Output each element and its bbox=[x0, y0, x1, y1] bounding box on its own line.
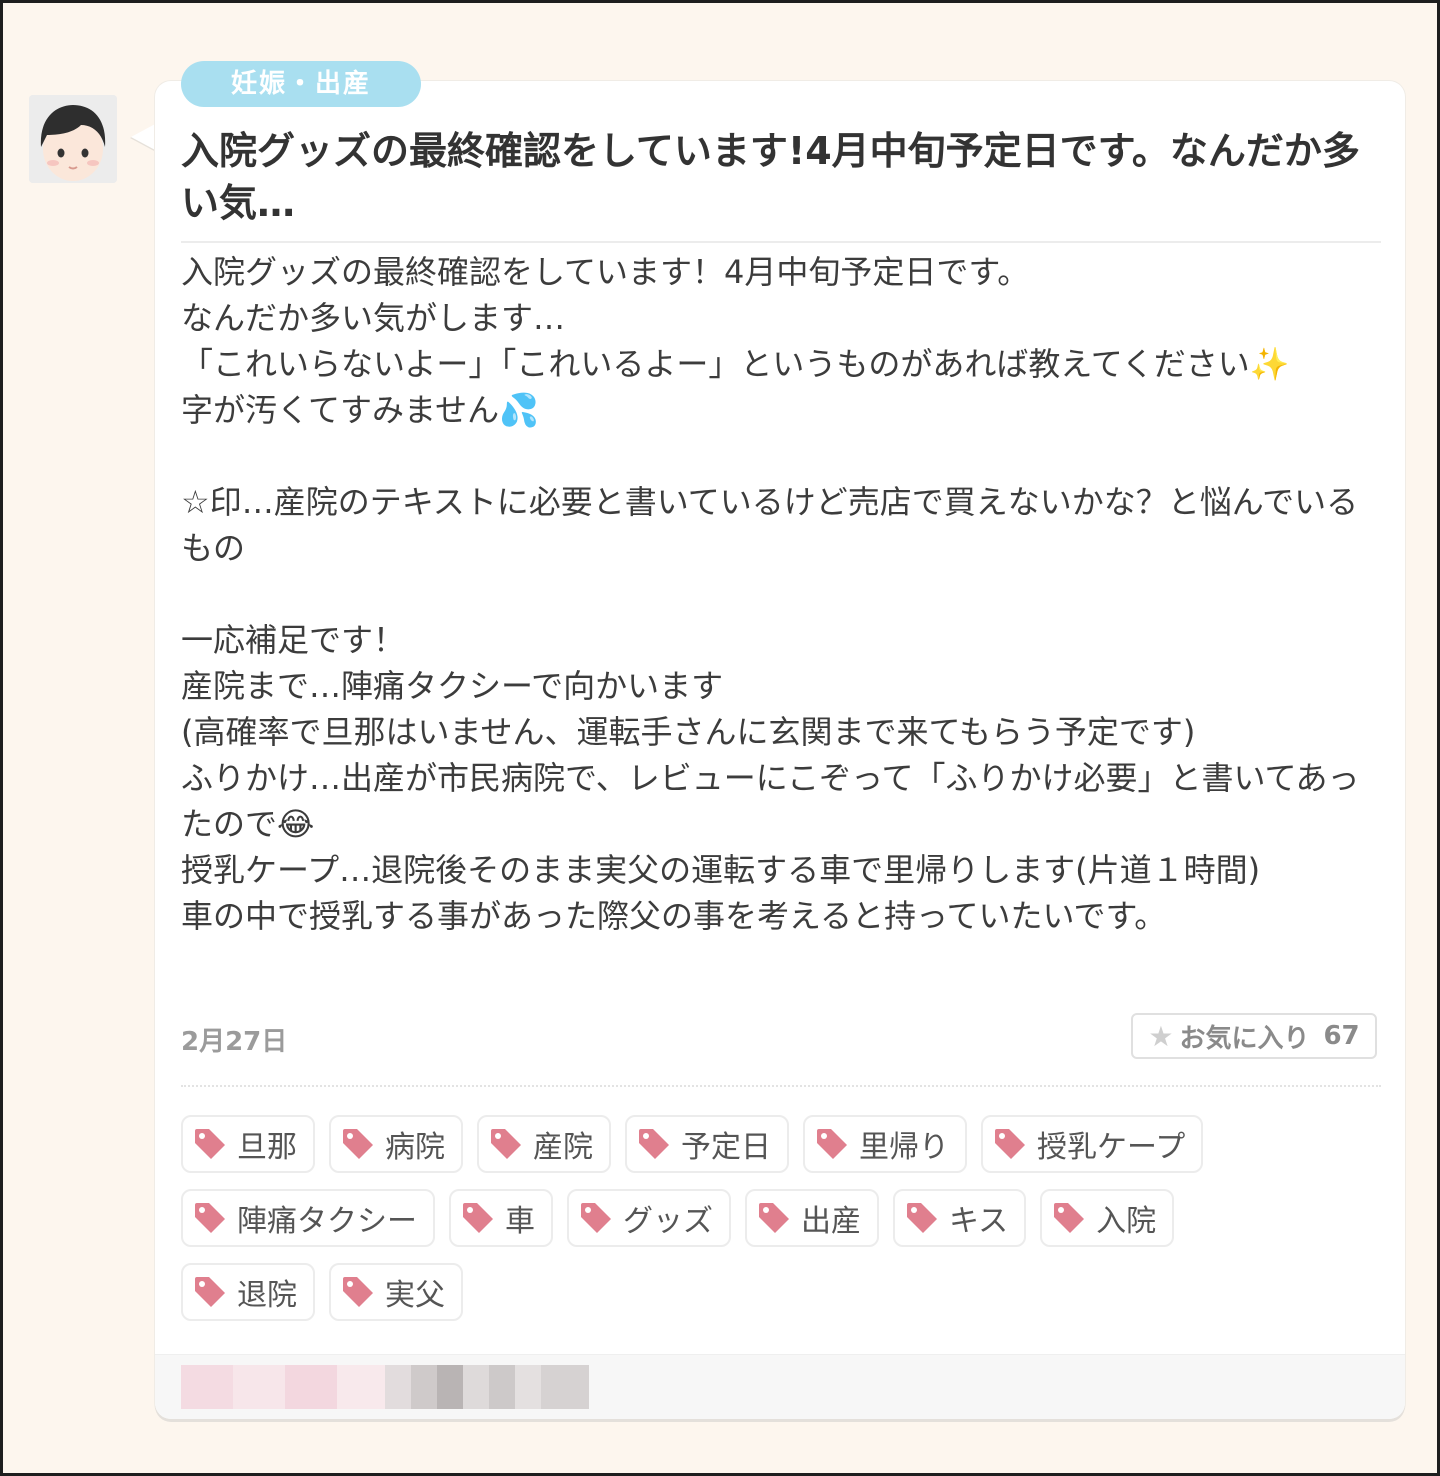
tag-icon bbox=[907, 1203, 937, 1233]
tag-icon bbox=[195, 1129, 225, 1159]
avatar-face-icon bbox=[29, 95, 117, 183]
tag-chip[interactable]: 旦那 bbox=[181, 1115, 315, 1173]
tag-icon bbox=[639, 1129, 669, 1159]
tag-chip[interactable]: 陣痛タクシー bbox=[181, 1189, 435, 1247]
tag-label: 予定日 bbox=[681, 1130, 771, 1165]
favorite-count: 67 bbox=[1323, 1021, 1360, 1051]
tag-label: 授乳ケープ bbox=[1037, 1130, 1186, 1165]
tag-icon bbox=[995, 1129, 1025, 1159]
post-date: 2月27日 bbox=[181, 1027, 288, 1057]
tag-label: 旦那 bbox=[237, 1130, 297, 1165]
tag-label: 退院 bbox=[237, 1278, 297, 1313]
speech-bubble-tail bbox=[131, 123, 157, 151]
tag-chip[interactable]: 里帰り bbox=[803, 1115, 967, 1173]
tag-list: 旦那 病院 産院 予定日 里帰り 授乳ケープ 陣痛タクシー 車 グッズ 出産 キ… bbox=[181, 1115, 1321, 1321]
tag-icon bbox=[759, 1203, 789, 1233]
star-icon: ★ bbox=[1148, 1019, 1174, 1053]
tag-chip[interactable]: 産院 bbox=[477, 1115, 611, 1173]
tag-chip[interactable]: 退院 bbox=[181, 1263, 315, 1321]
tag-chip[interactable]: 入院 bbox=[1040, 1189, 1175, 1247]
card-footer bbox=[155, 1354, 1405, 1419]
tag-label: 里帰り bbox=[859, 1130, 949, 1165]
tag-label: 車 bbox=[505, 1204, 535, 1239]
tag-chip[interactable]: 車 bbox=[449, 1189, 553, 1247]
tag-label: キス bbox=[949, 1204, 1009, 1239]
tag-chip[interactable]: グッズ bbox=[567, 1189, 731, 1247]
tag-chip[interactable]: 授乳ケープ bbox=[981, 1115, 1204, 1173]
tag-icon bbox=[195, 1203, 225, 1233]
tag-chip[interactable]: 実父 bbox=[329, 1263, 463, 1321]
tag-icon bbox=[343, 1277, 373, 1307]
post-card: 入院グッズの最終確認をしています!4月中旬予定日です。なんだか多い気… 入院グッ… bbox=[155, 81, 1405, 1419]
tag-icon bbox=[1054, 1203, 1085, 1233]
tag-icon bbox=[581, 1203, 611, 1233]
user-avatar[interactable] bbox=[29, 95, 117, 183]
tag-icon bbox=[817, 1129, 847, 1159]
tag-label: 病院 bbox=[385, 1130, 445, 1165]
post-title: 入院グッズの最終確認をしています!4月中旬予定日です。なんだか多い気… bbox=[181, 129, 1360, 225]
tag-icon bbox=[491, 1129, 521, 1159]
tag-chip[interactable]: キス bbox=[893, 1189, 1027, 1247]
tag-icon bbox=[463, 1203, 493, 1233]
tag-label: 産院 bbox=[533, 1130, 593, 1165]
tag-icon bbox=[343, 1129, 373, 1159]
tag-chip[interactable]: 病院 bbox=[329, 1115, 463, 1173]
favorite-button[interactable]: ★ お気に入り 67 bbox=[1131, 1013, 1377, 1059]
tag-label: 陣痛タクシー bbox=[237, 1204, 417, 1239]
tag-label: 出産 bbox=[801, 1204, 861, 1239]
category-badge[interactable]: 妊娠・出産 bbox=[181, 61, 422, 107]
dotted-divider bbox=[181, 1085, 1381, 1087]
tag-label: グッズ bbox=[623, 1204, 713, 1239]
tag-chip[interactable]: 予定日 bbox=[625, 1115, 789, 1173]
title-divider bbox=[181, 241, 1381, 243]
tag-label: 実父 bbox=[385, 1278, 445, 1313]
tag-icon bbox=[195, 1277, 225, 1307]
tag-chip[interactable]: 出産 bbox=[745, 1189, 879, 1247]
favorite-label: お気に入り bbox=[1179, 1023, 1310, 1054]
post-body: 入院グッズの最終確認をしています！4月中旬予定日です。 なんだか多い気がします…… bbox=[181, 253, 1360, 935]
tag-label: 入院 bbox=[1096, 1204, 1157, 1239]
